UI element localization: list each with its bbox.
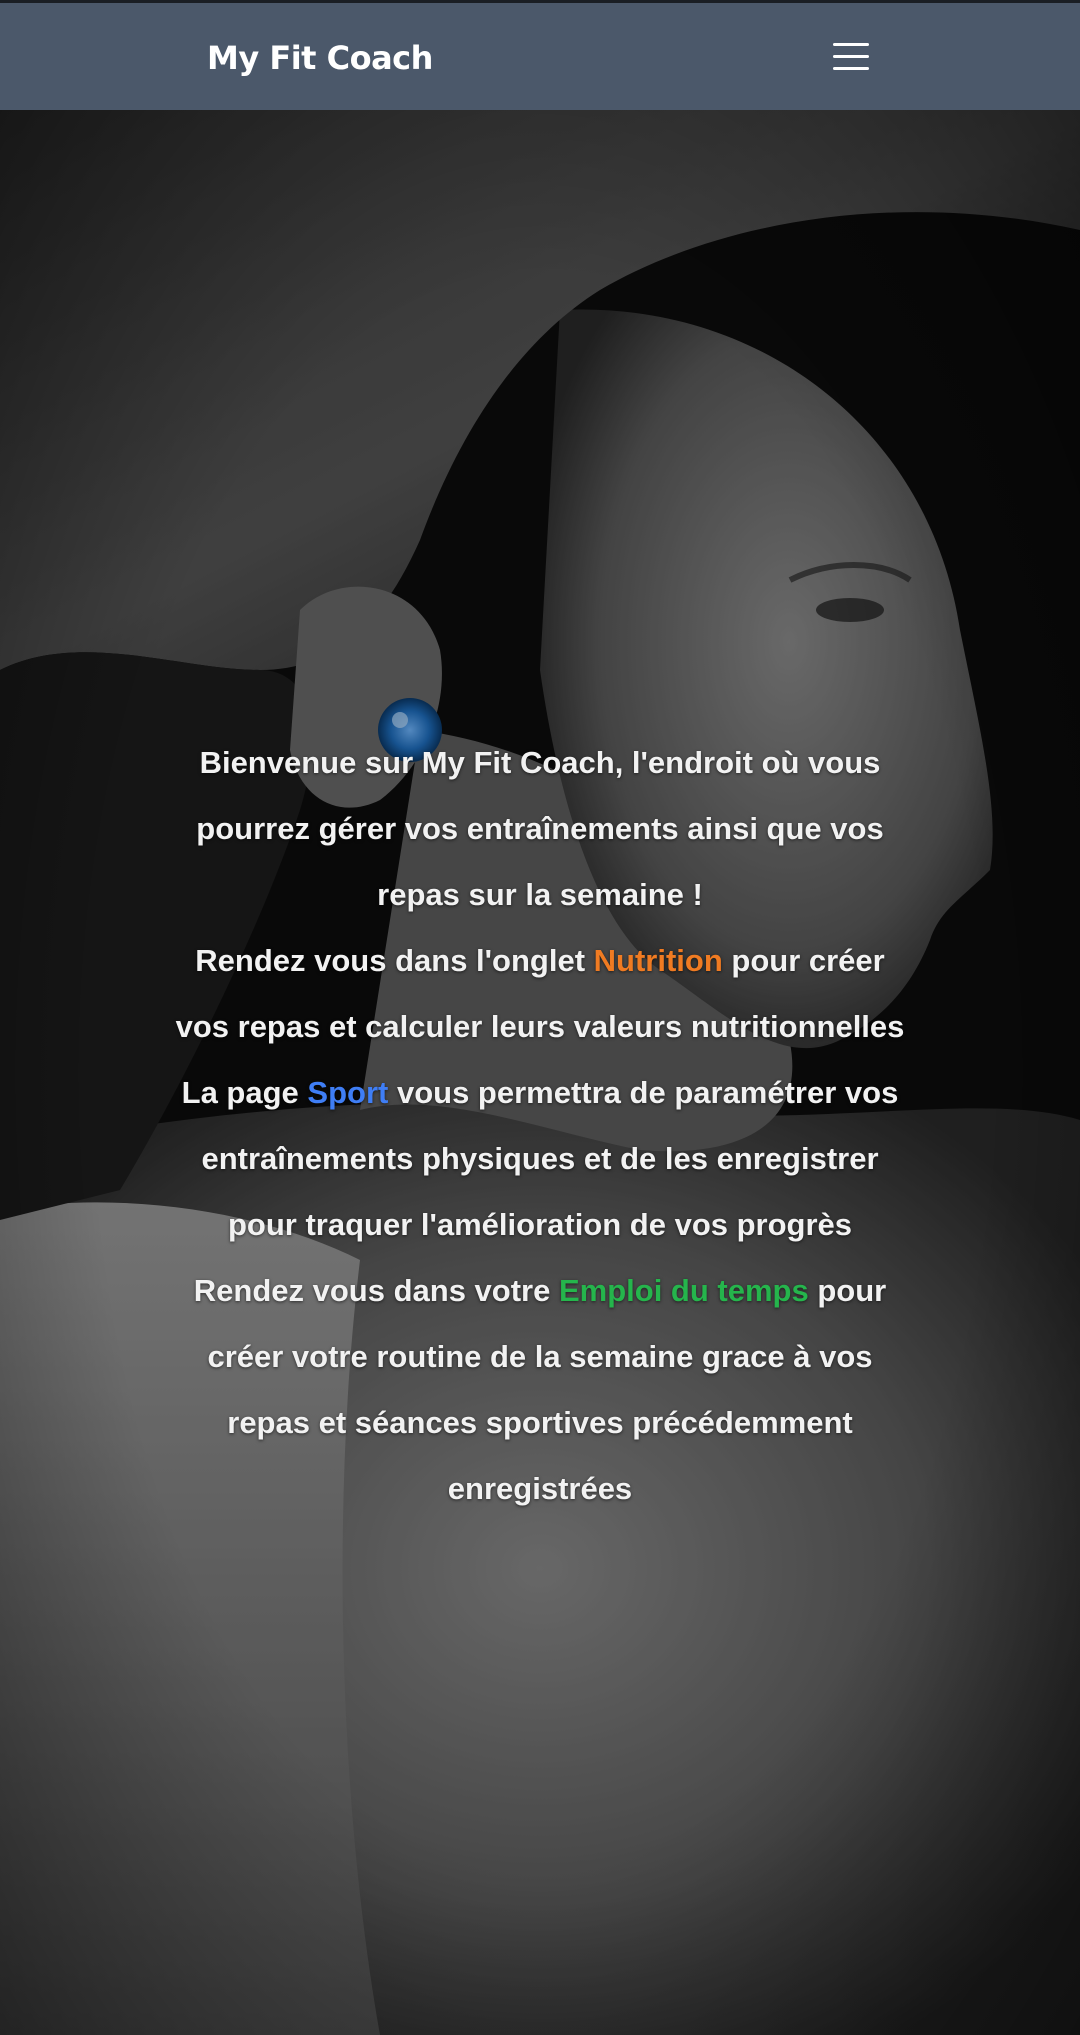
sport-link[interactable]: Sport	[307, 1075, 388, 1110]
sport-text-before: La page	[181, 1075, 308, 1110]
hamburger-menu-icon[interactable]	[830, 39, 874, 75]
welcome-paragraph: Bienvenue sur My Fit Coach, l'endroit où…	[170, 730, 910, 928]
schedule-text-before: Rendez vous dans votre	[193, 1273, 559, 1308]
menu-line	[833, 43, 869, 46]
nutrition-paragraph: Rendez vous dans l'onglet Nutrition pour…	[170, 928, 910, 1060]
sport-paragraph: La page Sport vous permettra de paramétr…	[170, 1060, 910, 1258]
intro-text: Bienvenue sur My Fit Coach, l'endroit où…	[170, 730, 910, 1522]
welcome-text: Bienvenue sur My Fit Coach, l'endroit où…	[196, 745, 884, 912]
menu-line	[833, 67, 869, 70]
hero-section: Bienvenue sur My Fit Coach, l'endroit où…	[0, 110, 1080, 2035]
nutrition-link[interactable]: Nutrition	[594, 943, 723, 978]
schedule-paragraph: Rendez vous dans votre Emploi du temps p…	[170, 1258, 910, 1522]
nutrition-text-before: Rendez vous dans l'onglet	[195, 943, 594, 978]
schedule-link[interactable]: Emploi du temps	[559, 1273, 809, 1308]
brand-logo[interactable]: My Fit Coach	[207, 33, 433, 83]
navbar: My Fit Coach	[0, 3, 1080, 110]
menu-line	[833, 55, 869, 58]
